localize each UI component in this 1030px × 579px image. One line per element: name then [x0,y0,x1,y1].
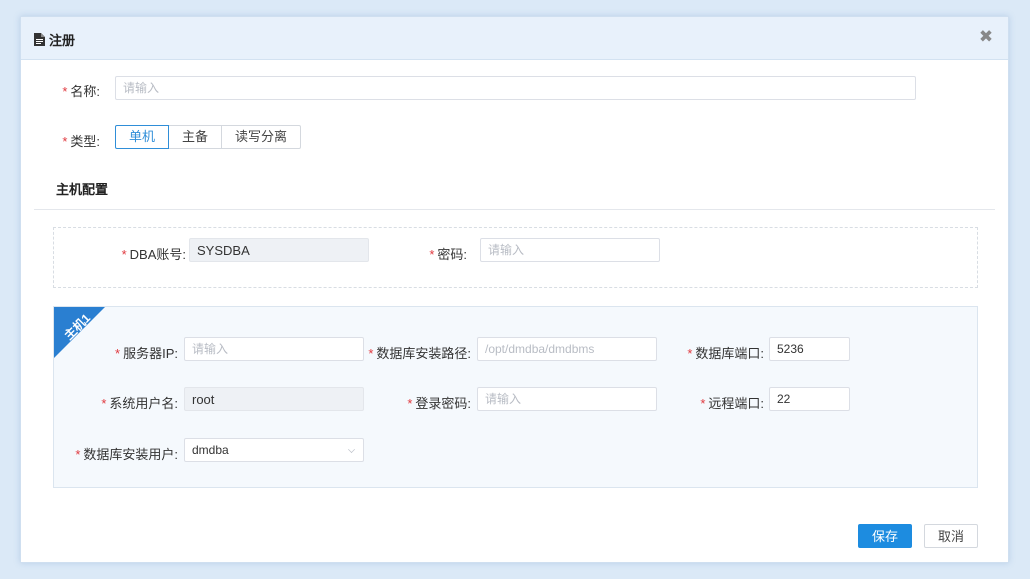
install-path-label: * 数据库安装路径: [368,346,471,361]
dialog-title: 注册 [49,33,76,48]
required-mark: * [407,396,413,411]
required-mark: * [62,84,68,99]
install-user-label: * 数据库安装用户: [75,447,178,462]
server-ip-input[interactable] [184,337,364,361]
name-input[interactable] [115,76,916,100]
install-path-input[interactable] [477,337,657,361]
required-mark: * [62,134,68,149]
type-segmented-control: 单机 主备 读写分离 [115,125,302,149]
dialog-title-wrap: 注册 [34,30,75,49]
dba-account-label: * DBA账号: [121,247,186,262]
sys-user-label: * 系统用户名: [101,396,178,411]
server-ip-label: * 服务器IP: [115,346,178,361]
required-mark: * [700,396,706,411]
password-label: * 密码: [429,247,467,262]
register-dialog: 注册 ✖ *名称: *类型: 单机 主备 读写分离 主机配置 *DBA账号: *… [20,16,1009,563]
login-password-label: * 登录密码: [407,396,471,411]
db-port-input[interactable] [769,337,850,361]
remote-port-label: * 远程端口: [700,396,764,411]
type-label: * 类型: [62,134,100,149]
required-mark: * [101,396,107,411]
required-mark: * [75,447,81,462]
dialog-header: 注册 ✖ [21,17,1008,60]
db-port-label: * 数据库端口: [687,346,764,361]
section-divider [34,209,995,210]
type-option-read-write-split[interactable]: 读写分离 [221,125,302,149]
required-mark: * [687,346,693,361]
install-user-value: dmdba [192,443,229,457]
dba-account-input[interactable] [189,238,369,262]
name-label: * 名称: [62,84,100,99]
required-mark: * [429,247,435,262]
login-password-input[interactable] [477,387,657,411]
sys-user-input[interactable] [184,387,364,411]
chevron-down-icon [348,446,355,453]
install-user-select[interactable]: dmdba [184,438,364,462]
remote-port-input[interactable] [769,387,850,411]
host-config-title: 主机配置 [56,182,109,197]
close-icon[interactable]: ✖ [978,28,994,46]
required-mark: * [121,247,127,262]
save-button[interactable]: 保存 [858,524,912,548]
type-option-primary-standby[interactable]: 主备 [168,125,223,149]
required-mark: * [368,346,374,361]
document-icon [34,33,45,46]
type-option-standalone[interactable]: 单机 [115,125,170,149]
password-input[interactable] [480,238,660,262]
required-mark: * [115,346,121,361]
cancel-button[interactable]: 取消 [924,524,978,548]
